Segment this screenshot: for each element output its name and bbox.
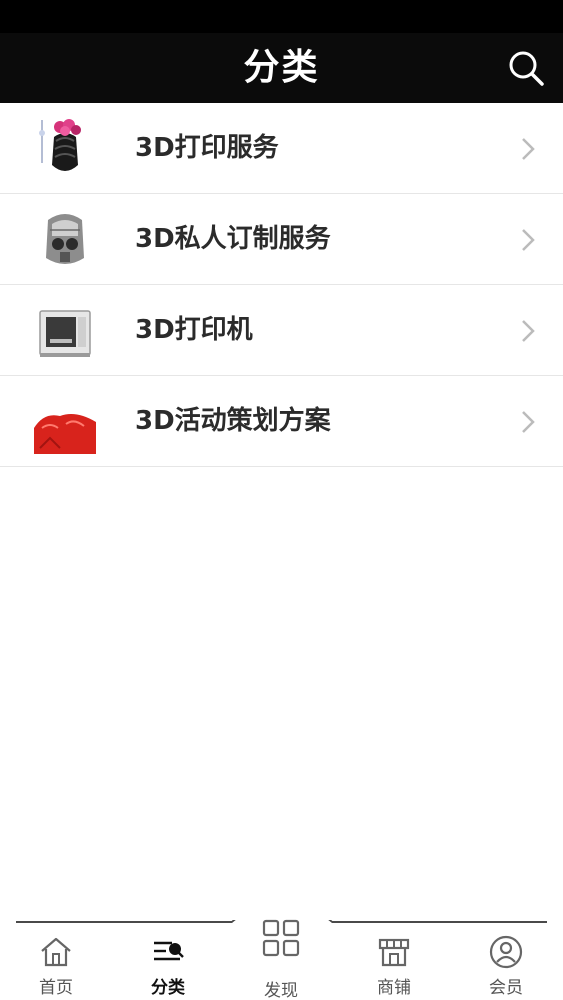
- tab-label: 商铺: [377, 978, 411, 998]
- category-item-3d-printer[interactable]: 3D打印机: [0, 285, 563, 376]
- page-title: 分类: [243, 47, 320, 88]
- chevron-right-icon: [522, 138, 535, 160]
- chevron-right-icon: [522, 229, 535, 251]
- tab-label: 首页: [39, 978, 73, 998]
- category-item-event-planning[interactable]: 3D活动策划方案: [0, 376, 563, 467]
- tab-label: 会员: [489, 978, 523, 998]
- category-icon: [154, 941, 184, 961]
- category-label: 3D活动策划方案: [135, 406, 331, 436]
- category-label: 3D打印服务: [135, 133, 279, 163]
- store-icon: [378, 938, 410, 967]
- category-label: 3D私人订制服务: [135, 224, 331, 254]
- category-item-custom-service[interactable]: 3D私人订制服务: [0, 194, 563, 285]
- home-icon: [41, 937, 71, 967]
- tab-category[interactable]: 分类: [112, 920, 224, 1000]
- red-model-thumbnail: [30, 388, 100, 458]
- tab-label: 发现: [264, 981, 298, 1000]
- tab-label: 分类: [151, 978, 185, 998]
- vase-thumbnail: [30, 115, 100, 185]
- grid-icon: [262, 919, 300, 957]
- bottom-tab-bar: 首页 分类 发现 商铺 会员: [0, 919, 563, 1000]
- search-icon: [509, 51, 544, 86]
- helmet-thumbnail: [30, 206, 100, 276]
- category-item-3d-print-service[interactable]: 3D打印服务: [0, 103, 563, 194]
- category-label: 3D打印机: [135, 315, 253, 345]
- search-button[interactable]: [503, 45, 549, 91]
- tab-discover[interactable]: 发现: [225, 919, 337, 1000]
- chevron-right-icon: [522, 411, 535, 433]
- tab-member[interactable]: 会员: [450, 920, 562, 1000]
- tab-home[interactable]: 首页: [0, 920, 112, 1000]
- user-icon: [489, 935, 523, 969]
- tab-store[interactable]: 商铺: [338, 920, 450, 1000]
- status-bar: [0, 0, 563, 33]
- header-bar: 分类: [0, 33, 563, 103]
- chevron-right-icon: [522, 320, 535, 342]
- category-list: 3D打印服务 3D私人订制服务 3D打印机 3D活动策划方案: [0, 103, 563, 467]
- app-screen: 分类 3D打印服务 3D私人订制服务 3D打印机 3D活动策划方案 首页 分类 …: [0, 0, 563, 1000]
- printer-thumbnail: [30, 297, 100, 367]
